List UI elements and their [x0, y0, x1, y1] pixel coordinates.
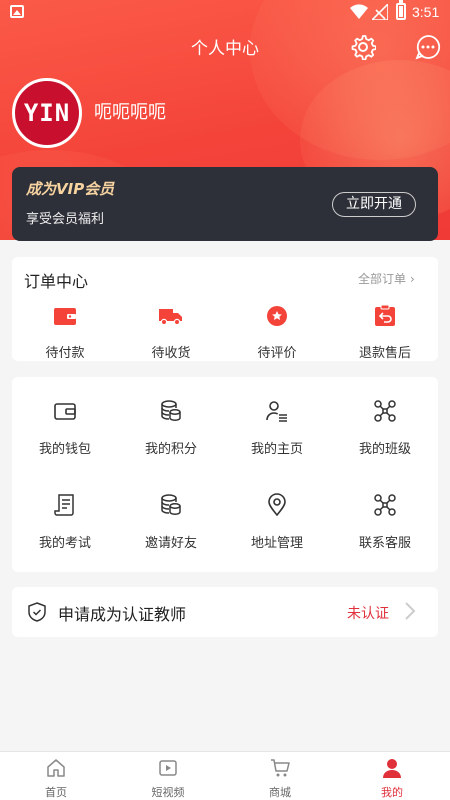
tab-label: 我的 [381, 786, 403, 799]
service-invite-friends[interactable]: 邀请好友 [118, 493, 224, 551]
person-icon [383, 759, 401, 778]
service-label: 我的主页 [250, 442, 303, 457]
certification-status: 未认证 [347, 606, 389, 622]
nodes-icon [374, 494, 396, 516]
no-signal-icon [372, 4, 388, 20]
refund-icon [375, 304, 395, 326]
page-title: 个人中心 [191, 39, 259, 59]
service-my-class[interactable]: 我的班级 [332, 399, 438, 457]
order-item-label: 待收货 [151, 346, 191, 361]
all-orders-label: 全部订单 [358, 272, 407, 286]
order-refund[interactable]: 退款售后 [332, 304, 438, 361]
bottom-tab-bar: 首页 短视频 商城 我的 [0, 751, 450, 800]
gear-icon[interactable] [350, 34, 376, 60]
tab-label: 商城 [269, 786, 291, 799]
wallet-outline-icon [54, 403, 76, 420]
location-pin-icon [268, 493, 286, 517]
service-my-wallet[interactable]: 我的钱包 [12, 399, 118, 457]
nodes-icon [374, 400, 396, 422]
service-my-homepage[interactable]: 我的主页 [224, 399, 330, 457]
vip-open-button[interactable]: 立即开通 [332, 192, 416, 217]
service-my-exams[interactable]: 我的考试 [12, 493, 118, 551]
wallet-icon [54, 308, 76, 325]
scroll-icon [54, 494, 74, 516]
vip-subtitle: 享受会员福利 [26, 212, 105, 227]
order-item-label: 待付款 [45, 346, 85, 361]
avatar-logo-text: YIN [23, 99, 71, 127]
service-label: 我的钱包 [38, 442, 91, 457]
service-label: 我的班级 [358, 442, 411, 457]
tab-short-video[interactable]: 短视频 [112, 752, 224, 800]
order-center-card: 订单中心 全部订单 › 待付款 待收货 待评价 退款售后 [12, 257, 438, 361]
tab-home[interactable]: 首页 [0, 752, 112, 800]
order-item-label: 待评价 [257, 346, 297, 361]
chevron-right-icon [405, 602, 416, 620]
services-card: 我的钱包 我的积分 我的主页 我的班级 我的考试 邀请好友 地址管理 联系客服 [12, 377, 438, 572]
service-label: 地址管理 [250, 536, 303, 551]
tab-mine[interactable]: 我的 [336, 752, 448, 800]
image-notification-icon [10, 5, 24, 18]
username[interactable]: 呃呃呃呃 [94, 98, 166, 124]
video-icon [159, 760, 177, 776]
order-pending-review[interactable]: 待评价 [224, 305, 330, 361]
order-pending-payment[interactable]: 待付款 [12, 305, 118, 361]
home-icon [47, 759, 65, 777]
teacher-certification-label: 申请成为认证教师 [58, 605, 187, 624]
teacher-certification-row[interactable]: 申请成为认证教师 未认证 [12, 587, 438, 637]
all-orders-link[interactable]: 全部订单 › [358, 270, 415, 287]
avatar[interactable]: YIN [12, 78, 82, 148]
wifi-icon [350, 4, 368, 19]
vip-title: 成为VIP会员 [26, 180, 115, 198]
truck-icon [159, 309, 182, 326]
user-list-icon [266, 401, 287, 422]
message-icon[interactable] [415, 34, 441, 60]
service-address-management[interactable]: 地址管理 [224, 493, 330, 551]
coins-icon [161, 400, 181, 421]
service-label: 邀请好友 [144, 536, 197, 551]
service-label: 我的考试 [38, 536, 91, 551]
star-badge-icon [267, 306, 287, 326]
order-center-title: 订单中心 [24, 272, 89, 291]
service-my-points[interactable]: 我的积分 [118, 399, 224, 457]
service-label: 我的积分 [144, 442, 197, 457]
coins-icon [161, 494, 181, 515]
shield-check-icon [28, 602, 46, 622]
service-label: 联系客服 [358, 536, 411, 551]
vip-card[interactable]: 成为VIP会员 享受会员福利 立即开通 [12, 167, 438, 241]
battery-icon [396, 0, 406, 20]
status-bar: 3:51 [0, 0, 450, 24]
tab-label: 首页 [45, 786, 67, 799]
tab-label: 短视频 [151, 786, 185, 799]
chevron-right-icon: › [410, 272, 415, 286]
clock: 3:51 [412, 4, 440, 20]
tab-mall[interactable]: 商城 [224, 752, 336, 800]
order-pending-delivery[interactable]: 待收货 [118, 305, 224, 361]
order-item-label: 退款售后 [358, 346, 411, 361]
service-contact-support[interactable]: 联系客服 [332, 493, 438, 551]
cart-icon [271, 759, 290, 777]
